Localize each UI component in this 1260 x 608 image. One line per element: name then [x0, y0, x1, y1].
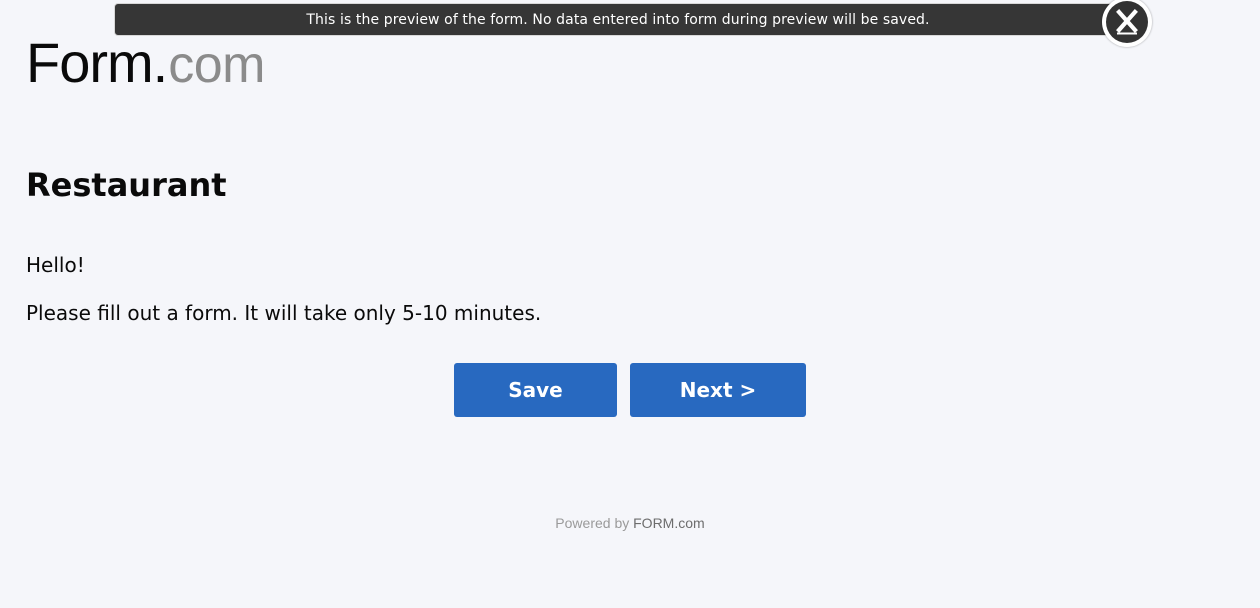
logo-dot: . [152, 31, 169, 94]
powered-by-footer: Powered by FORM.com [0, 515, 1260, 531]
close-button-face [1106, 1, 1148, 43]
form-title: Restaurant [26, 166, 227, 204]
preview-banner-message: This is the preview of the form. No data… [306, 11, 930, 28]
intro-text: Please fill out a form. It will take onl… [26, 301, 542, 325]
logo-brand: Form [26, 31, 154, 94]
preview-banner: This is the preview of the form. No data… [114, 3, 1122, 36]
logo-tld: com [168, 36, 265, 94]
powered-by-prefix: Powered by [555, 515, 634, 531]
greeting-text: Hello! [26, 253, 85, 277]
save-button[interactable]: Save [454, 363, 617, 417]
form-com-logo: Form. com [26, 30, 265, 96]
next-button[interactable]: Next > [630, 363, 806, 417]
close-icon [1116, 9, 1138, 35]
powered-by-brand-link[interactable]: FORM.com [633, 515, 705, 531]
close-preview-button[interactable] [1102, 0, 1152, 47]
